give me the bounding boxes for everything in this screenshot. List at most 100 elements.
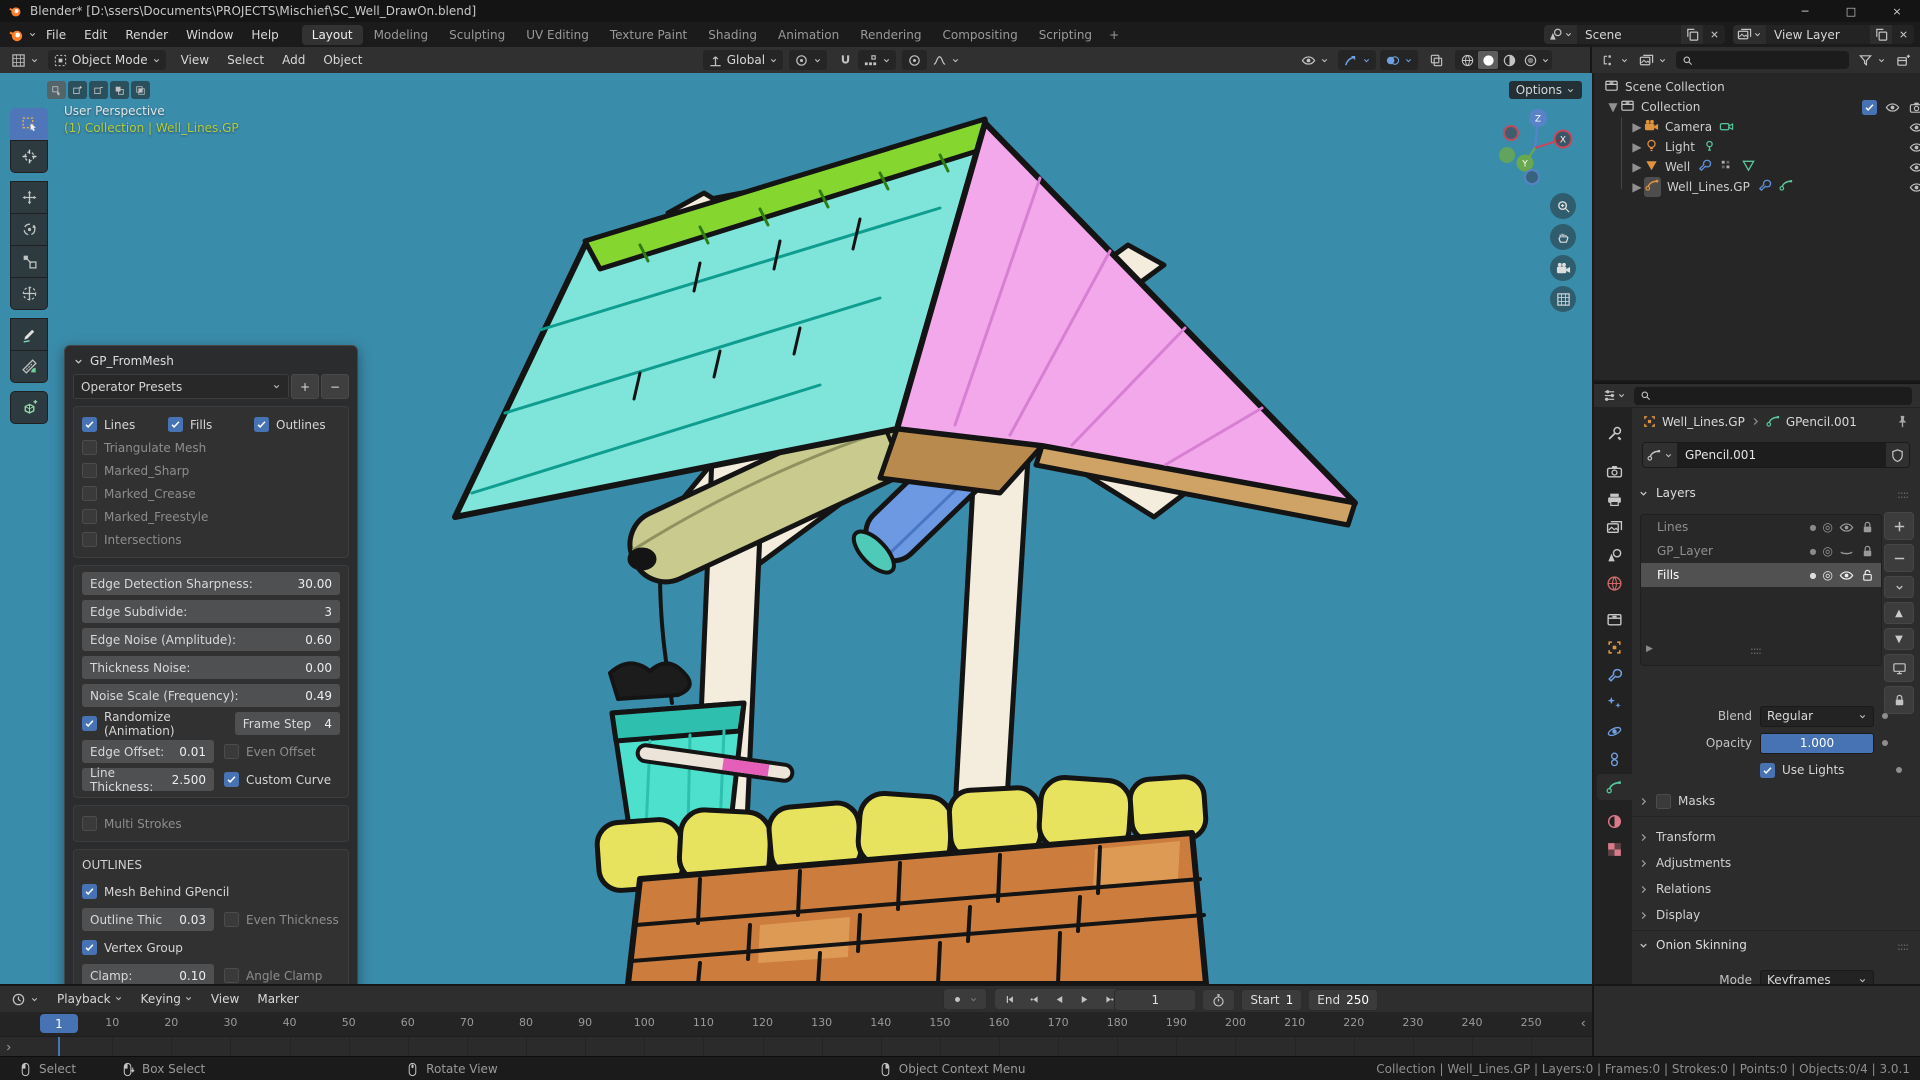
outliner-item-label[interactable]: Collection — [1641, 100, 1700, 114]
properties-tab-output[interactable] — [1597, 486, 1632, 512]
workspace-tab-modeling[interactable]: Modeling — [364, 25, 439, 45]
pivot-point-dropdown[interactable] — [789, 50, 827, 70]
outline-thickness-slider[interactable]: Outline Thic 0.03 — [82, 908, 214, 931]
properties-tab-collection[interactable] — [1597, 606, 1632, 632]
menu-file[interactable]: File — [37, 26, 75, 44]
pin-id-button[interactable] — [1895, 414, 1910, 429]
section-adjustments[interactable]: Adjustments — [1638, 852, 1731, 874]
properties-tab-object[interactable] — [1597, 634, 1632, 660]
layer-lock-toggle[interactable] — [1860, 568, 1875, 583]
multi-strokes-checkbox[interactable]: Multi Strokes — [82, 812, 340, 835]
layer-row-gp-layer[interactable]: GP_Layer●◎ — [1641, 539, 1881, 563]
animate-dot[interactable] — [1896, 767, 1902, 773]
menu-edit[interactable]: Edit — [75, 26, 116, 44]
tool-measure-button[interactable] — [10, 350, 48, 383]
timeline-menu-view[interactable]: View — [202, 990, 248, 1008]
viewport-3d[interactable]: Options User Perspective (1) Collection … — [0, 73, 1592, 984]
hide-viewport-toggle[interactable] — [1909, 120, 1920, 135]
region-toggle-icon[interactable] — [1579, 1019, 1588, 1028]
layer-visibility-toggle[interactable] — [1839, 568, 1854, 583]
outliner-search-input[interactable] — [1676, 51, 1849, 69]
layer-row-fills[interactable]: Fills●◎ — [1641, 563, 1881, 587]
section-relations[interactable]: Relations — [1638, 878, 1711, 900]
viewport-menu-object[interactable]: Object — [314, 51, 371, 69]
properties-tab-modifiers[interactable] — [1597, 662, 1632, 688]
onion-skinning-header[interactable]: Onion Skinning — [1638, 938, 1747, 952]
outliner-row-camera[interactable]: ▶Camera — [1594, 117, 1920, 137]
mode-invert-button[interactable] — [110, 81, 129, 99]
outliner-row-light[interactable]: ▶Light — [1594, 137, 1920, 157]
menu-window[interactable]: Window — [177, 26, 242, 44]
shading-material-button[interactable] — [1499, 51, 1519, 69]
outliner-item-label[interactable]: Scene Collection — [1625, 80, 1725, 94]
scene-selector[interactable]: Scene — [1544, 25, 1725, 44]
mode-dropdown[interactable]: Object Mode — [48, 50, 166, 70]
workspace-tab-shading[interactable]: Shading — [698, 25, 767, 45]
edge-noise-amplitude-slider[interactable]: Edge Noise (Amplitude):0.60 — [82, 628, 340, 651]
outlines-checkbox[interactable]: Outlines — [254, 413, 340, 436]
navigation-gizmo[interactable]: Z X Y — [1495, 105, 1575, 185]
frame-step-field[interactable]: Frame Step 4 — [235, 712, 340, 735]
workspace-tab-rendering[interactable]: Rendering — [850, 25, 931, 45]
tool-tweak-select-button[interactable] — [10, 108, 48, 141]
layer-list-grip[interactable]: :::: — [1750, 644, 1761, 657]
hide-viewport-toggle[interactable] — [1909, 160, 1920, 175]
play-reverse-button[interactable] — [1047, 990, 1071, 1008]
shading-solid-button[interactable] — [1478, 51, 1498, 69]
move-layer-up-button[interactable]: ▲ — [1884, 602, 1914, 624]
add-workspace-tab[interactable]: + — [1102, 25, 1126, 45]
properties-tab-world[interactable] — [1597, 570, 1632, 596]
outliner-row-scene-collection[interactable]: Scene Collection — [1594, 77, 1920, 97]
edge-subdivide-slider[interactable]: Edge Subdivide:3 — [82, 600, 340, 623]
menu-help[interactable]: Help — [242, 26, 287, 44]
remove-preset-button[interactable]: − — [321, 374, 349, 399]
lines-checkbox[interactable]: Lines — [82, 413, 168, 436]
properties-tab-scene[interactable] — [1597, 542, 1632, 568]
layer-list-expand-icon[interactable]: ▶ — [1646, 644, 1653, 654]
outliner-row-well[interactable]: ▶Well — [1594, 157, 1920, 177]
thickness-noise-slider[interactable]: Thickness Noise:0.00 — [82, 656, 340, 679]
prev-key-button[interactable] — [1022, 990, 1046, 1008]
masks-section[interactable]: Masks — [1638, 790, 1715, 812]
outliner-item-label[interactable]: Well_Lines.GP — [1667, 180, 1750, 194]
tool-annotate-button[interactable] — [10, 318, 48, 351]
gizmo-y-label[interactable]: Y — [1521, 160, 1528, 170]
properties-tab-constraints[interactable] — [1597, 746, 1632, 772]
region-toggle-icon[interactable] — [4, 1043, 13, 1052]
properties-editor-icon[interactable] — [1602, 388, 1617, 403]
outliner-display-mode-dropdown[interactable] — [1634, 50, 1672, 70]
outliner-editor-type-button[interactable] — [1596, 50, 1634, 70]
marked-sharp-checkbox[interactable]: Marked_Sharp — [82, 459, 340, 482]
workspace-tab-animation[interactable]: Animation — [768, 25, 849, 45]
workspace-tab-compositing[interactable]: Compositing — [932, 25, 1027, 45]
angle-clamp-checkbox[interactable]: Angle Clamp — [224, 964, 340, 984]
tool-rotate-button[interactable] — [10, 213, 48, 246]
new-view-layer-button[interactable] — [1870, 25, 1892, 44]
disclosure-closed-icon[interactable]: ▶ — [1630, 120, 1644, 134]
nav-magnifier-button[interactable] — [1550, 193, 1576, 219]
frame-end-field[interactable]: End250 — [1308, 989, 1378, 1011]
visibility-dropdown[interactable] — [1296, 50, 1334, 70]
new-scene-button[interactable] — [1681, 25, 1703, 44]
fills-checkbox[interactable]: Fills — [168, 413, 254, 436]
properties-tab-physics[interactable] — [1597, 718, 1632, 744]
auto-keying-toggle[interactable] — [943, 988, 987, 1010]
properties-tab-effects[interactable] — [1597, 690, 1632, 716]
outliner-row-well-lines-gp[interactable]: ▶ Well_Lines.GP — [1594, 177, 1920, 197]
randomize-animation-checkbox[interactable]: Randomize (Animation) — [82, 712, 225, 735]
hide-viewport-toggle[interactable] — [1909, 180, 1920, 195]
gizmo-x-neg[interactable] — [1504, 126, 1518, 140]
new-collection-button[interactable] — [1891, 50, 1916, 70]
disclosure-closed-icon[interactable]: ▶ — [1630, 180, 1644, 194]
workspace-tab-sculpting[interactable]: Sculpting — [439, 25, 515, 45]
view-layer-name[interactable]: View Layer — [1766, 28, 1870, 42]
tool-transform-button[interactable] — [10, 277, 48, 310]
timeline-ruler[interactable]: 1020304050607080901001101201301401501601… — [0, 1012, 1592, 1036]
use-preview-range-toggle[interactable] — [1202, 989, 1235, 1011]
current-frame-field[interactable]: 1 — [1114, 989, 1196, 1011]
intersections-checkbox[interactable]: Intersections — [82, 528, 340, 551]
tool-cursor-button[interactable] — [10, 140, 48, 173]
workspace-tab-texture-paint[interactable]: Texture Paint — [600, 25, 697, 45]
mode-extend-button[interactable] — [68, 81, 87, 99]
gpencil-name-field[interactable]: GPencil.001 — [1642, 442, 1910, 468]
